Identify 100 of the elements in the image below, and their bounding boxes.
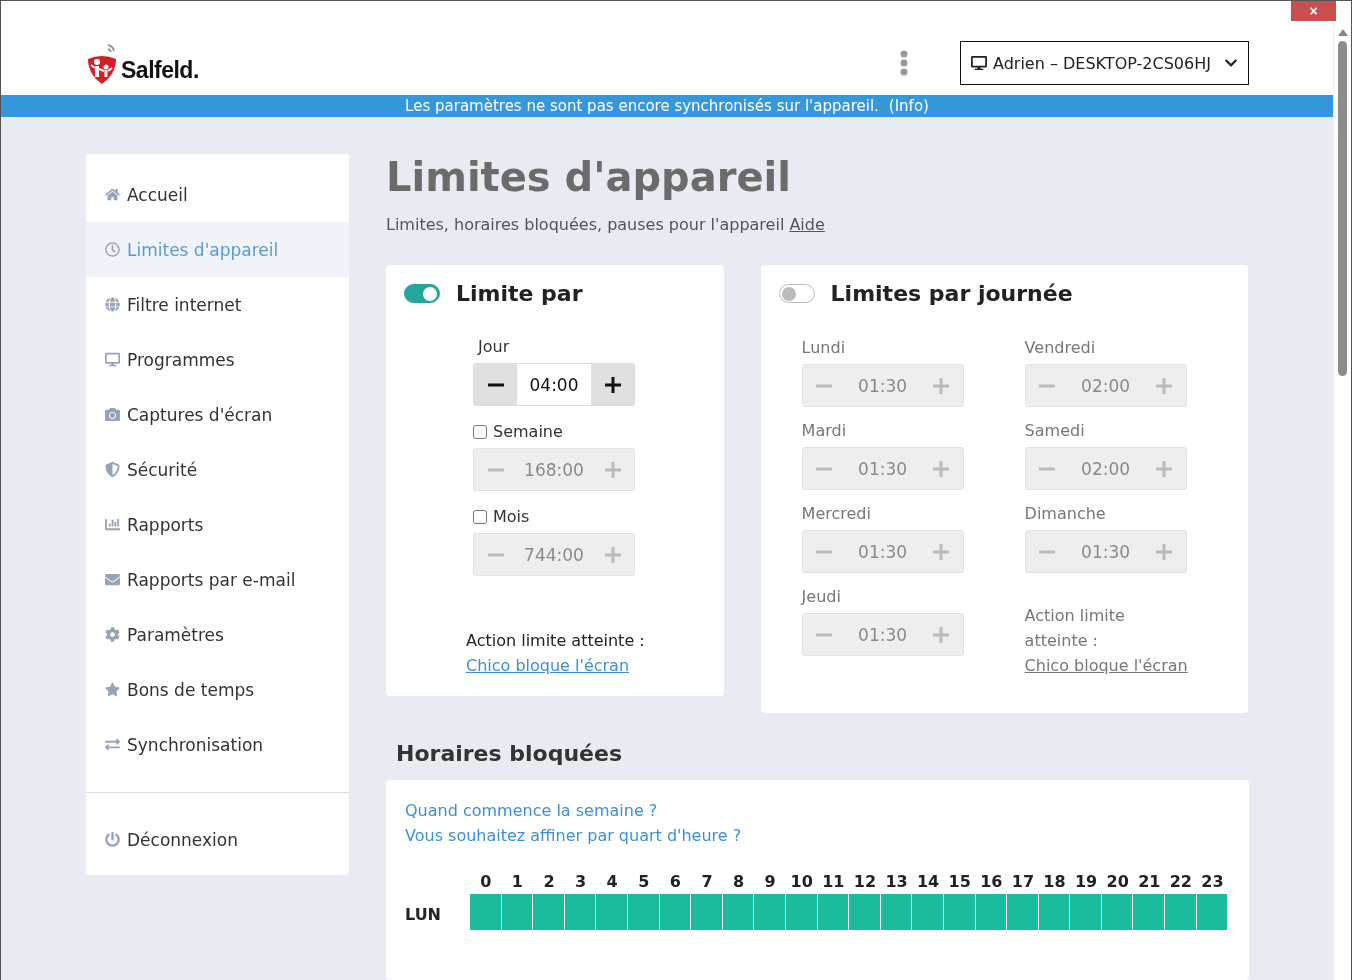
banner-text: Les paramètres ne sont pas encore synchronisés sur l'appareil. <box>405 97 879 116</box>
nav-item[interactable]: Paramètres <box>86 607 349 662</box>
hour-cell[interactable] <box>849 894 881 930</box>
hour-label: 10 <box>789 871 814 893</box>
hour-cell[interactable] <box>754 894 786 930</box>
hour-cell[interactable] <box>785 894 818 930</box>
field-label: Mois <box>493 506 530 528</box>
hour-cell[interactable] <box>817 894 850 930</box>
hour-cell[interactable] <box>691 894 723 930</box>
nav-item[interactable]: Limites d'appareil <box>86 222 349 277</box>
minus-icon <box>1039 549 1056 554</box>
more-icon[interactable] <box>900 50 908 77</box>
nav-item[interactable]: Bons de temps <box>86 662 349 717</box>
time-stepper[interactable]: 168:00 <box>473 448 635 491</box>
hour-label: 12 <box>852 871 878 893</box>
plus-icon <box>933 460 950 477</box>
hour-label: 1 <box>510 871 524 893</box>
bar-chart-icon <box>105 517 120 532</box>
nav-item[interactable]: Sécurité <box>86 442 349 497</box>
plus-icon <box>604 546 621 563</box>
star-icon <box>105 682 120 697</box>
camera-icon <box>105 407 120 422</box>
plus-icon <box>1156 543 1173 560</box>
time-stepper[interactable]: 01:30 <box>1024 530 1187 573</box>
hour-cell[interactable] <box>627 894 660 930</box>
help-link[interactable]: Quand commence la semaine ? <box>405 798 658 823</box>
hour-cell[interactable] <box>470 894 502 930</box>
checkbox[interactable] <box>473 425 487 439</box>
hour-label: 19 <box>1073 871 1099 893</box>
help-link[interactable]: Vous souhaitez affiner par quart d'heure ? <box>405 823 742 848</box>
hour-cell[interactable] <box>975 894 1008 930</box>
scroll-thumb[interactable] <box>1338 41 1347 376</box>
plus-icon <box>933 543 950 560</box>
hour-cell[interactable] <box>564 894 597 930</box>
arrows-icon <box>105 737 120 752</box>
plus-icon <box>1156 377 1173 394</box>
nav-item[interactable]: Programmes <box>86 332 349 387</box>
time-input[interactable]: 04:00 <box>517 364 591 405</box>
device-selector[interactable]: Adrien – DESKTOP-2CS06HJ <box>960 41 1249 86</box>
logo-text: Salfeld. <box>121 57 199 85</box>
scroll-up-icon[interactable] <box>1337 29 1348 36</box>
time-stepper[interactable]: 01:30 <box>801 364 964 407</box>
hour-label: 11 <box>821 871 846 893</box>
time-stepper[interactable]: 04:00 <box>473 363 635 406</box>
hour-label: 21 <box>1137 871 1162 893</box>
page-subtitle: Limites, horaires bloquées, pauses pour l'appareil Aide <box>386 215 826 234</box>
nav-item[interactable]: Accueil <box>86 167 349 222</box>
toggle-switch[interactable] <box>778 284 815 303</box>
settings-icon <box>105 627 120 642</box>
monitor-icon <box>971 55 987 72</box>
day-label: Mercredi <box>801 503 872 525</box>
hour-cell[interactable] <box>501 894 534 930</box>
globe-icon <box>105 297 120 312</box>
hour-cell[interactable] <box>1101 894 1134 930</box>
hour-label: 20 <box>1105 871 1130 893</box>
hour-cell[interactable] <box>659 894 692 930</box>
hour-cell[interactable] <box>1165 894 1197 930</box>
info-link[interactable]: (Info) <box>888 97 929 116</box>
action-link[interactable]: Chico bloque l'écran <box>1024 653 1188 678</box>
nav-item[interactable]: Captures d'écran <box>86 387 349 442</box>
hour-cell[interactable] <box>533 894 565 930</box>
action-link[interactable]: Chico bloque l'écran <box>466 653 706 678</box>
hour-cell[interactable] <box>1133 894 1166 930</box>
toggle-switch[interactable] <box>404 284 440 303</box>
minus-icon <box>487 552 504 557</box>
minus-icon <box>816 383 833 388</box>
hour-cell[interactable] <box>1196 894 1229 930</box>
nav-item[interactable]: Filtre internet <box>86 277 349 332</box>
card-title: Limite par <box>456 281 583 306</box>
hour-cell[interactable] <box>912 894 944 930</box>
checkbox[interactable] <box>473 510 487 524</box>
time-stepper[interactable]: 02:00 <box>1024 364 1187 407</box>
hour-cell[interactable] <box>1038 894 1071 930</box>
action-label: Action limite atteinte : <box>466 630 646 652</box>
hour-cell[interactable] <box>1007 894 1039 930</box>
hour-cell[interactable] <box>1070 894 1102 930</box>
minus-icon <box>816 549 833 554</box>
help-link[interactable]: Aide <box>789 215 825 234</box>
day-label: Jeudi <box>801 586 842 608</box>
envelope-icon <box>105 572 120 587</box>
time-stepper[interactable]: 01:30 <box>801 447 964 490</box>
logout-item[interactable]: Déconnexion <box>86 812 349 867</box>
hour-cell[interactable] <box>596 894 628 930</box>
plus-icon <box>933 377 950 394</box>
hour-cell[interactable] <box>880 894 913 930</box>
time-stepper[interactable]: 01:30 <box>801 613 964 656</box>
nav-item[interactable]: Synchronisation <box>86 717 349 772</box>
time-stepper[interactable]: 02:00 <box>1024 447 1187 490</box>
hour-cell[interactable] <box>722 894 755 930</box>
plus-icon <box>1156 460 1173 477</box>
hour-label: 18 <box>1042 871 1067 893</box>
hour-label: 23 <box>1200 871 1225 893</box>
hour-label: 13 <box>884 871 909 893</box>
time-stepper[interactable]: 01:30 <box>801 530 964 573</box>
close-button[interactable]: × <box>1291 1 1336 21</box>
nav-item[interactable]: Rapports par e-mail <box>86 552 349 607</box>
time-stepper[interactable]: 744:00 <box>473 533 635 576</box>
nav-item[interactable]: Rapports <box>86 497 349 552</box>
hour-cell[interactable] <box>943 894 976 930</box>
hour-label: 3 <box>574 871 588 893</box>
